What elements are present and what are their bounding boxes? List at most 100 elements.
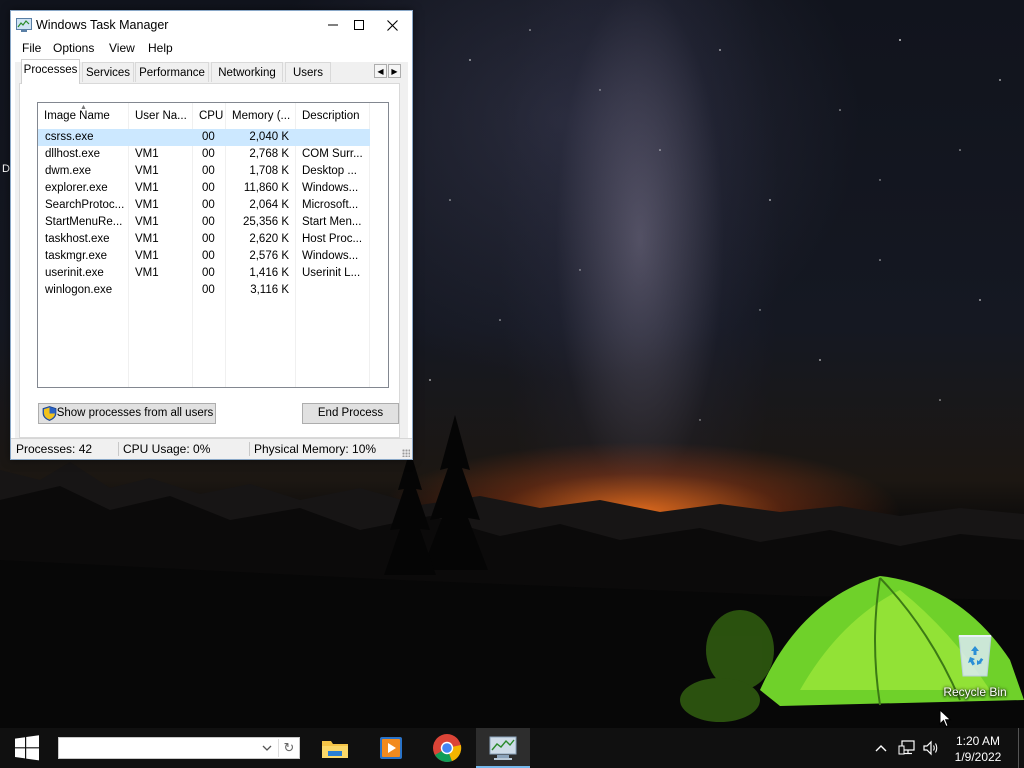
mouse-cursor-icon <box>939 709 952 728</box>
tab-networking[interactable]: Networking <box>211 62 283 82</box>
status-bar: Processes: 42 CPU Usage: 0% Physical Mem… <box>11 438 412 459</box>
column-user-name[interactable]: User Na... <box>129 103 193 129</box>
menu-view[interactable]: View <box>109 41 135 55</box>
cell-cpu: 00 <box>202 165 215 177</box>
status-processes: Processes: 42 <box>16 442 93 456</box>
column-image-name[interactable]: ▲ Image Name <box>38 103 129 129</box>
taskbar-clock[interactable]: 1:20 AM 1/9/2022 <box>941 733 1015 765</box>
tab-scroll-left-button[interactable]: ◀ <box>374 64 387 78</box>
cell-memory: 2,768 K <box>249 148 289 160</box>
search-input[interactable]: ↻ <box>58 737 300 759</box>
taskbar-task-manager[interactable] <box>476 728 530 768</box>
cell-image-name: StartMenuRe... <box>45 216 123 228</box>
cell-user-name <box>135 129 189 146</box>
table-row[interactable]: StartMenuRe... VM1 00 25,356 K Start Men… <box>38 214 370 231</box>
table-row[interactable]: dwm.exe VM1 00 1,708 K Desktop ... <box>38 163 370 180</box>
table-row[interactable]: taskmgr.exe VM1 00 2,576 K Windows... <box>38 248 370 265</box>
chevron-down-icon[interactable] <box>260 741 274 755</box>
cell-cpu: 00 <box>202 284 215 296</box>
tab-processes[interactable]: Processes <box>21 59 80 84</box>
status-cpu-usage: CPU Usage: 0% <box>123 442 211 456</box>
table-row[interactable]: winlogon.exe 00 3,116 K <box>38 282 370 299</box>
tab-users[interactable]: Users <box>285 62 331 82</box>
task-manager-body: Processes Services Performance Networkin… <box>15 59 408 439</box>
start-button[interactable] <box>0 728 54 768</box>
cell-image-name: taskmgr.exe <box>45 250 107 262</box>
cell-image-name: winlogon.exe <box>45 284 113 296</box>
cell-image-name: taskhost.exe <box>45 233 110 245</box>
triangle-right-icon: ▶ <box>391 66 398 76</box>
cell-user-name: VM1 <box>135 199 159 211</box>
window-title: Windows Task Manager <box>36 18 169 32</box>
cell-memory: 2,064 K <box>249 199 289 211</box>
table-row[interactable]: taskhost.exe VM1 00 2,620 K Host Proc... <box>38 231 370 248</box>
speaker-volume-icon <box>923 740 938 756</box>
menu-options[interactable]: Options <box>53 41 94 55</box>
tab-scroll-right-button[interactable]: ▶ <box>388 64 401 78</box>
maximize-button[interactable] <box>342 11 376 39</box>
cell-memory: 2,576 K <box>249 250 289 262</box>
process-list-header: ▲ Image Name User Na... CPU Memory (... … <box>38 103 388 129</box>
cell-cpu: 00 <box>202 182 215 194</box>
close-button[interactable] <box>375 11 409 39</box>
table-row[interactable]: userinit.exe VM1 00 1,416 K Userinit L..… <box>38 265 370 282</box>
cell-user-name: VM1 <box>135 233 159 245</box>
recycle-bin-shortcut[interactable]: Recycle Bin <box>938 632 1012 699</box>
table-row[interactable]: SearchProtoc... VM1 00 2,064 K Microsoft… <box>38 197 370 214</box>
cell-user-name: VM1 <box>135 165 159 177</box>
resize-grip-icon[interactable] <box>402 449 410 457</box>
table-row[interactable]: explorer.exe VM1 00 11,860 K Windows... <box>38 180 370 197</box>
process-list-body: csrss.exe 00 2,040 K dllhost.exe VM1 00 … <box>38 129 388 387</box>
column-description[interactable]: Description <box>296 103 370 129</box>
cell-description: Userinit L... <box>302 267 361 279</box>
processes-panel: ▲ Image Name User Na... CPU Memory (... … <box>19 83 400 438</box>
cell-memory: 2,620 K <box>249 233 289 245</box>
network-tray-button[interactable] <box>898 738 916 758</box>
cell-cpu: 00 <box>202 250 215 262</box>
show-hidden-icons-button[interactable] <box>872 738 890 758</box>
triangle-left-icon: ◀ <box>377 66 384 76</box>
menu-help[interactable]: Help <box>148 41 173 55</box>
media-player-icon <box>380 737 402 759</box>
show-desktop-button[interactable] <box>1018 728 1019 768</box>
task-manager-app-icon <box>16 18 32 32</box>
column-cpu[interactable]: CPU <box>193 103 226 129</box>
status-physical-memory: Physical Memory: 10% <box>254 442 377 456</box>
menu-file[interactable]: File <box>22 41 41 55</box>
column-memory[interactable]: Memory (... <box>226 103 296 129</box>
menu-bar: File Options View Help <box>11 39 412 59</box>
cell-cpu: 00 <box>202 148 215 160</box>
tab-services[interactable]: Services <box>82 62 134 82</box>
cell-description: Desktop ... <box>302 165 357 177</box>
process-list[interactable]: ▲ Image Name User Na... CPU Memory (... … <box>37 102 389 388</box>
clock-time: 1:20 AM <box>955 734 1001 748</box>
cell-user-name <box>135 282 189 299</box>
uac-shield-icon <box>42 406 57 421</box>
taskbar-chrome[interactable] <box>420 728 474 768</box>
cell-memory: 25,356 K <box>242 216 289 228</box>
show-all-processes-label: Show processes from all users <box>56 407 214 419</box>
sort-ascending-icon: ▲ <box>80 104 87 111</box>
network-icon <box>898 740 915 755</box>
cell-cpu: 00 <box>202 216 215 228</box>
cell-user-name: VM1 <box>135 216 159 228</box>
cell-cpu: 00 <box>202 267 215 279</box>
taskbar-media-player[interactable] <box>364 728 418 768</box>
file-explorer-icon <box>322 741 348 758</box>
title-bar[interactable]: Windows Task Manager <box>11 11 412 39</box>
end-process-button[interactable]: End Process <box>302 403 399 424</box>
cell-description <box>302 282 366 299</box>
refresh-icon: ↻ <box>283 740 295 755</box>
volume-tray-button[interactable] <box>922 738 940 758</box>
table-row[interactable]: csrss.exe 00 2,040 K <box>38 129 370 146</box>
cell-description: COM Surr... <box>302 148 363 160</box>
table-row[interactable]: dllhost.exe VM1 00 2,768 K COM Surr... <box>38 146 370 163</box>
minimize-icon <box>328 24 338 26</box>
refresh-button[interactable]: ↻ <box>278 739 299 757</box>
tab-performance[interactable]: Performance <box>135 62 209 82</box>
cell-image-name: userinit.exe <box>45 267 104 279</box>
taskbar-file-explorer[interactable] <box>308 728 362 768</box>
cell-user-name: VM1 <box>135 182 159 194</box>
cell-user-name: VM1 <box>135 148 159 160</box>
show-all-processes-button[interactable]: Show processes from all users <box>38 403 216 424</box>
